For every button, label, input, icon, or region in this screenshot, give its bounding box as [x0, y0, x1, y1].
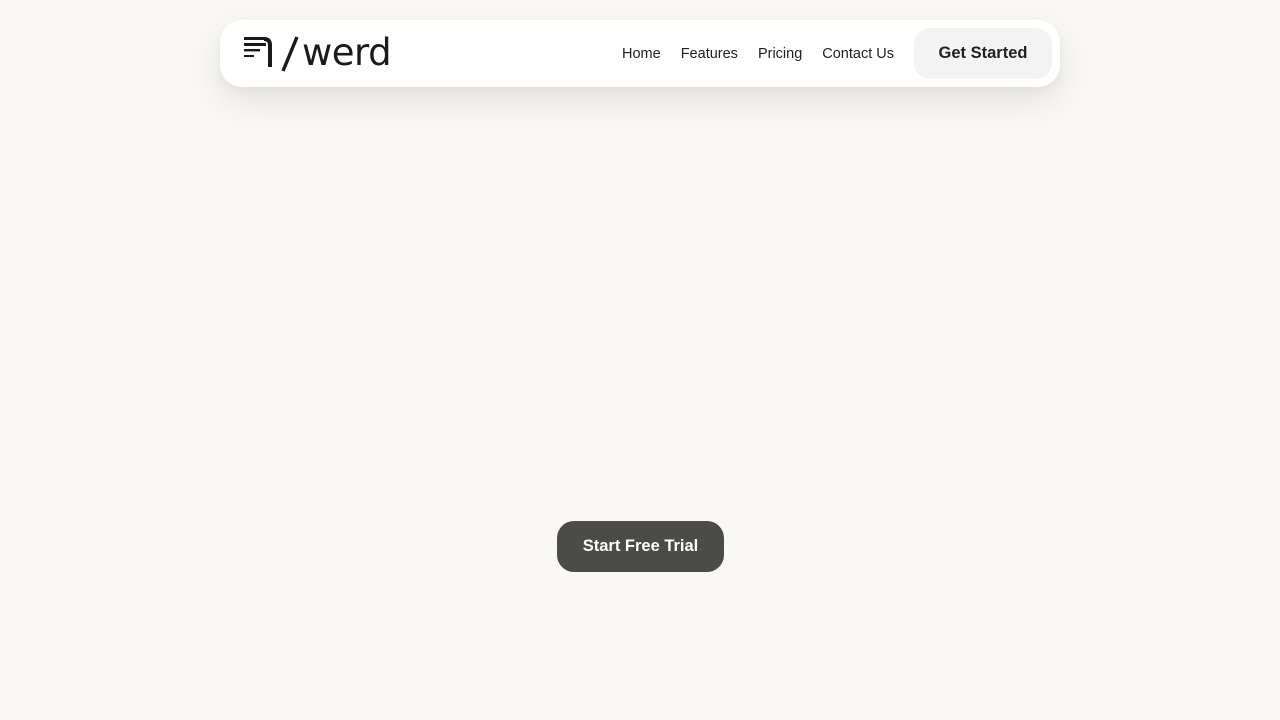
- nav-link-pricing[interactable]: Pricing: [758, 46, 802, 62]
- start-free-trial-button[interactable]: Start Free Trial: [557, 521, 724, 572]
- brand-name: werd: [302, 30, 392, 74]
- nav-link-home[interactable]: Home: [622, 46, 661, 62]
- slash-icon: [281, 36, 299, 72]
- brand-logo[interactable]: werd: [244, 30, 392, 74]
- nav-link-contact-us[interactable]: Contact Us: [822, 46, 894, 62]
- document-lines-icon: [244, 37, 272, 67]
- nav-link-features[interactable]: Features: [681, 46, 738, 62]
- navbar: werd Home Features Pricing Contact Us Ge…: [220, 20, 1060, 87]
- nav-links: Home Features Pricing Contact Us: [622, 20, 894, 87]
- landing-page: werd Home Features Pricing Contact Us Ge…: [0, 0, 1280, 720]
- get-started-button[interactable]: Get Started: [914, 28, 1052, 79]
